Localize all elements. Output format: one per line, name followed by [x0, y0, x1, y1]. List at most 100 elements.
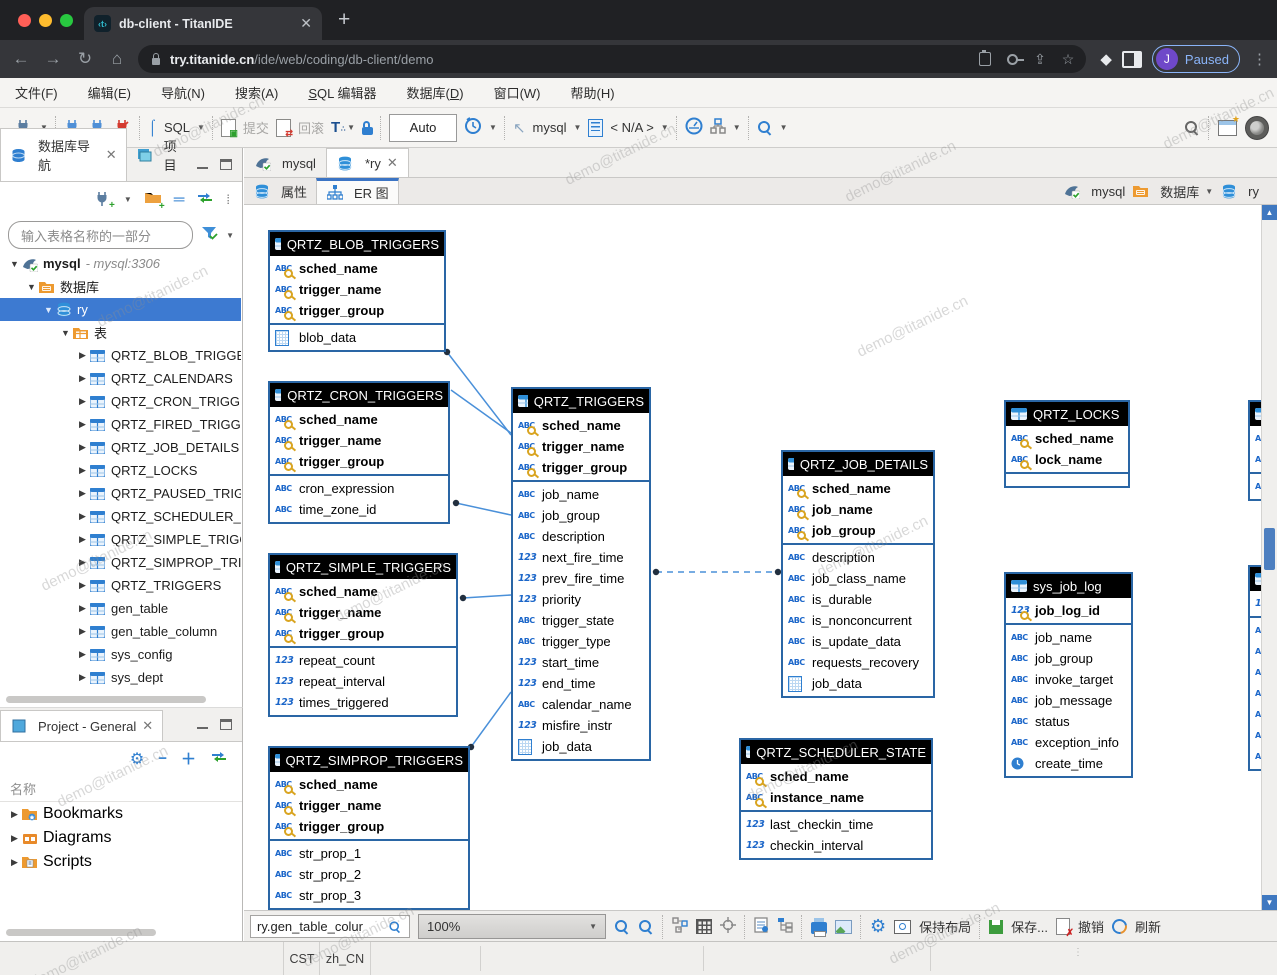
entity-column[interactable]: 123times_triggered: [270, 692, 456, 713]
reload-icon[interactable]: ↻: [74, 49, 96, 69]
entity-column[interactable]: 123repeat_count: [270, 650, 456, 671]
entity-column[interactable]: ABCtrigger_name: [513, 436, 649, 457]
expander-icon[interactable]: ▼: [59, 328, 72, 338]
entity-column[interactable]: ABCrequests_recovery: [783, 652, 933, 673]
entity-header[interactable]: QRTZ_SIMPLE_TRIGGERS: [270, 555, 456, 579]
tree-item-qrtz-job-details[interactable]: ▶QRTZ_JOB_DETAILS: [0, 436, 241, 459]
commit-button[interactable]: 提交: [243, 118, 269, 137]
expander-icon[interactable]: ▶: [76, 672, 89, 683]
expander-icon[interactable]: ▶: [76, 649, 89, 660]
diagram-settings-icon[interactable]: ⚙: [870, 916, 886, 937]
tab-database-navigator[interactable]: 数据库导航 ✕: [0, 128, 127, 181]
entity-header[interactable]: QRTZ_CRON_TRIGGERS: [270, 383, 448, 407]
filter-dropdown-icon[interactable]: ▼: [226, 231, 234, 240]
entity-QRTZ_CRON_TRIGGERS[interactable]: QRTZ_CRON_TRIGGERSABCsched_nameABCtrigge…: [268, 381, 450, 524]
entity-column[interactable]: ABCcalendar_name: [513, 694, 649, 715]
entity-column[interactable]: ABCsched_name: [741, 766, 931, 787]
expander-icon[interactable]: ▶: [8, 809, 21, 820]
tab-close-icon[interactable]: ✕: [142, 718, 153, 734]
menu-item[interactable]: SQL 编辑器: [308, 83, 376, 102]
entity-column[interactable]: ABCjob_name: [783, 499, 933, 520]
timer-dropdown-icon[interactable]: ▼: [489, 123, 497, 132]
close-window-button[interactable]: [18, 14, 31, 27]
tree-item--[interactable]: ▼数据库: [0, 275, 241, 298]
link-editor-icon[interactable]: [196, 191, 214, 209]
entity-column[interactable]: create_time: [1006, 753, 1131, 774]
menu-item[interactable]: 搜索(A): [235, 83, 278, 102]
save-button[interactable]: 保存...: [1011, 917, 1048, 936]
new-connection-dropdown-icon[interactable]: ▼: [124, 195, 132, 204]
entity-QRTZ_SCHEDULER_STATE[interactable]: QRTZ_SCHEDULER_STATEABCsched_nameABCinst…: [739, 738, 933, 860]
entity-column[interactable]: ABCdescription: [513, 526, 649, 547]
entity-column[interactable]: 123misfire_instr: [513, 715, 649, 736]
expander-icon[interactable]: ▶: [76, 626, 89, 637]
minimize-panel-icon[interactable]: [197, 727, 208, 732]
entity-column[interactable]: 123checkin_interval: [741, 835, 931, 856]
entity-column[interactable]: ABCjob_name: [513, 484, 649, 505]
entity-column[interactable]: 123start_time: [513, 652, 649, 673]
profile-button[interactable]: J Paused: [1152, 45, 1240, 73]
arrange-hierarchy-icon[interactable]: [777, 917, 793, 936]
new-connection-icon[interactable]: +: [94, 191, 112, 208]
diagram-notes-icon[interactable]: [754, 917, 769, 936]
entity-column[interactable]: ABCjob_group: [1006, 648, 1131, 669]
chevron-down-icon[interactable]: ▼: [1205, 187, 1213, 196]
screenshot-icon[interactable]: [894, 920, 911, 934]
expander-icon[interactable]: ▶: [76, 396, 89, 407]
entity-column[interactable]: ABCsched_name: [270, 409, 448, 430]
tree-item-gen-table[interactable]: ▶gen_table: [0, 597, 241, 620]
entity-QRTZ_SIMPLE_TRIGGERS[interactable]: QRTZ_SIMPLE_TRIGGERSABCsched_nameABCtrig…: [268, 553, 458, 717]
entity-QRTZ_BLOB_TRIGGERS[interactable]: QRTZ_BLOB_TRIGGERSABCsched_nameABCtrigge…: [268, 230, 446, 352]
expander-icon[interactable]: ▼: [8, 259, 21, 269]
zoom-out-icon[interactable]: [638, 919, 654, 935]
entity-column[interactable]: ABCtrigger_name: [270, 430, 448, 451]
undo-icon[interactable]: [1056, 918, 1070, 935]
entity-column[interactable]: ABCjob_name: [1006, 627, 1131, 648]
menu-item[interactable]: 数据库(D): [407, 83, 464, 102]
share-icon[interactable]: ⇪: [1034, 51, 1046, 68]
fit-page-icon[interactable]: [720, 917, 736, 936]
project-item-bookmarks[interactable]: ▶Bookmarks: [0, 802, 242, 826]
entity-column[interactable]: ABCjob_message: [1006, 690, 1131, 711]
tree-item-qrtz-blob-trigge[interactable]: ▶QRTZ_BLOB_TRIGGE: [0, 344, 241, 367]
editor-tab-ry[interactable]: *ry✕: [326, 148, 409, 177]
keep-layout-label[interactable]: 保持布局: [919, 917, 971, 936]
entity-header[interactable]: sys_job_log: [1006, 574, 1131, 598]
tree-item-qrtz-paused-trig[interactable]: ▶QRTZ_PAUSED_TRIG: [0, 482, 241, 505]
entity-column[interactable]: ABCjob_class_name: [783, 568, 933, 589]
entity-header[interactable]: QRTZ_JOB_DETAILS: [783, 452, 933, 476]
maximize-panel-icon[interactable]: [220, 719, 232, 730]
tab-projects[interactable]: 项目: [127, 129, 197, 181]
horizontal-scrollbar[interactable]: [6, 696, 206, 703]
minimize-window-button[interactable]: [39, 14, 52, 27]
expander-icon[interactable]: ▶: [76, 603, 89, 614]
quick-search-icon[interactable]: [1184, 120, 1200, 136]
search-dropdown-icon[interactable]: ▼: [780, 123, 788, 132]
entity-column[interactable]: ABCis_update_data: [783, 631, 933, 652]
menu-item[interactable]: 文件(F): [15, 83, 58, 102]
filter-funnel-icon[interactable]: [201, 225, 218, 246]
entity-column[interactable]: 123end_time: [513, 673, 649, 694]
groups-dropdown-icon[interactable]: ▼: [733, 123, 741, 132]
menu-item[interactable]: 帮助(H): [571, 83, 615, 102]
tree-item-qrtz-fired-trigge[interactable]: ▶QRTZ_FIRED_TRIGGE: [0, 413, 241, 436]
commit-groups-icon[interactable]: [710, 118, 726, 137]
connection-dropdown-icon[interactable]: ▼: [574, 123, 582, 132]
browser-tab[interactable]: ‹t› db-client - TitanIDE ✕: [84, 7, 322, 40]
tree-item-gen-table-column[interactable]: ▶gen_table_column: [0, 620, 241, 643]
entity-column[interactable]: 123priority: [513, 589, 649, 610]
breadcrumb-item-ry[interactable]: ry: [1220, 183, 1259, 199]
entity-header[interactable]: QRTZ_SIMPROP_TRIGGERS: [270, 748, 468, 772]
entity-column[interactable]: job_data: [783, 673, 933, 694]
connection-lock-icon[interactable]: [362, 127, 373, 135]
tab-project-general[interactable]: Project - General ✕: [0, 710, 163, 741]
collapse-all-icon[interactable]: −: [158, 750, 167, 767]
commit-icon[interactable]: ▣: [221, 119, 236, 137]
entity-column[interactable]: ABCdescription: [783, 547, 933, 568]
entity-column[interactable]: ABCjob_group: [783, 520, 933, 541]
tree-item--[interactable]: ▼表: [0, 321, 241, 344]
entity-column[interactable]: ABCstr_prop_1: [270, 843, 468, 864]
entity-column[interactable]: 123last_checkin_time: [741, 814, 931, 835]
expander-icon[interactable]: ▶: [76, 557, 89, 568]
entity-column[interactable]: 123prev_fire_time: [513, 568, 649, 589]
